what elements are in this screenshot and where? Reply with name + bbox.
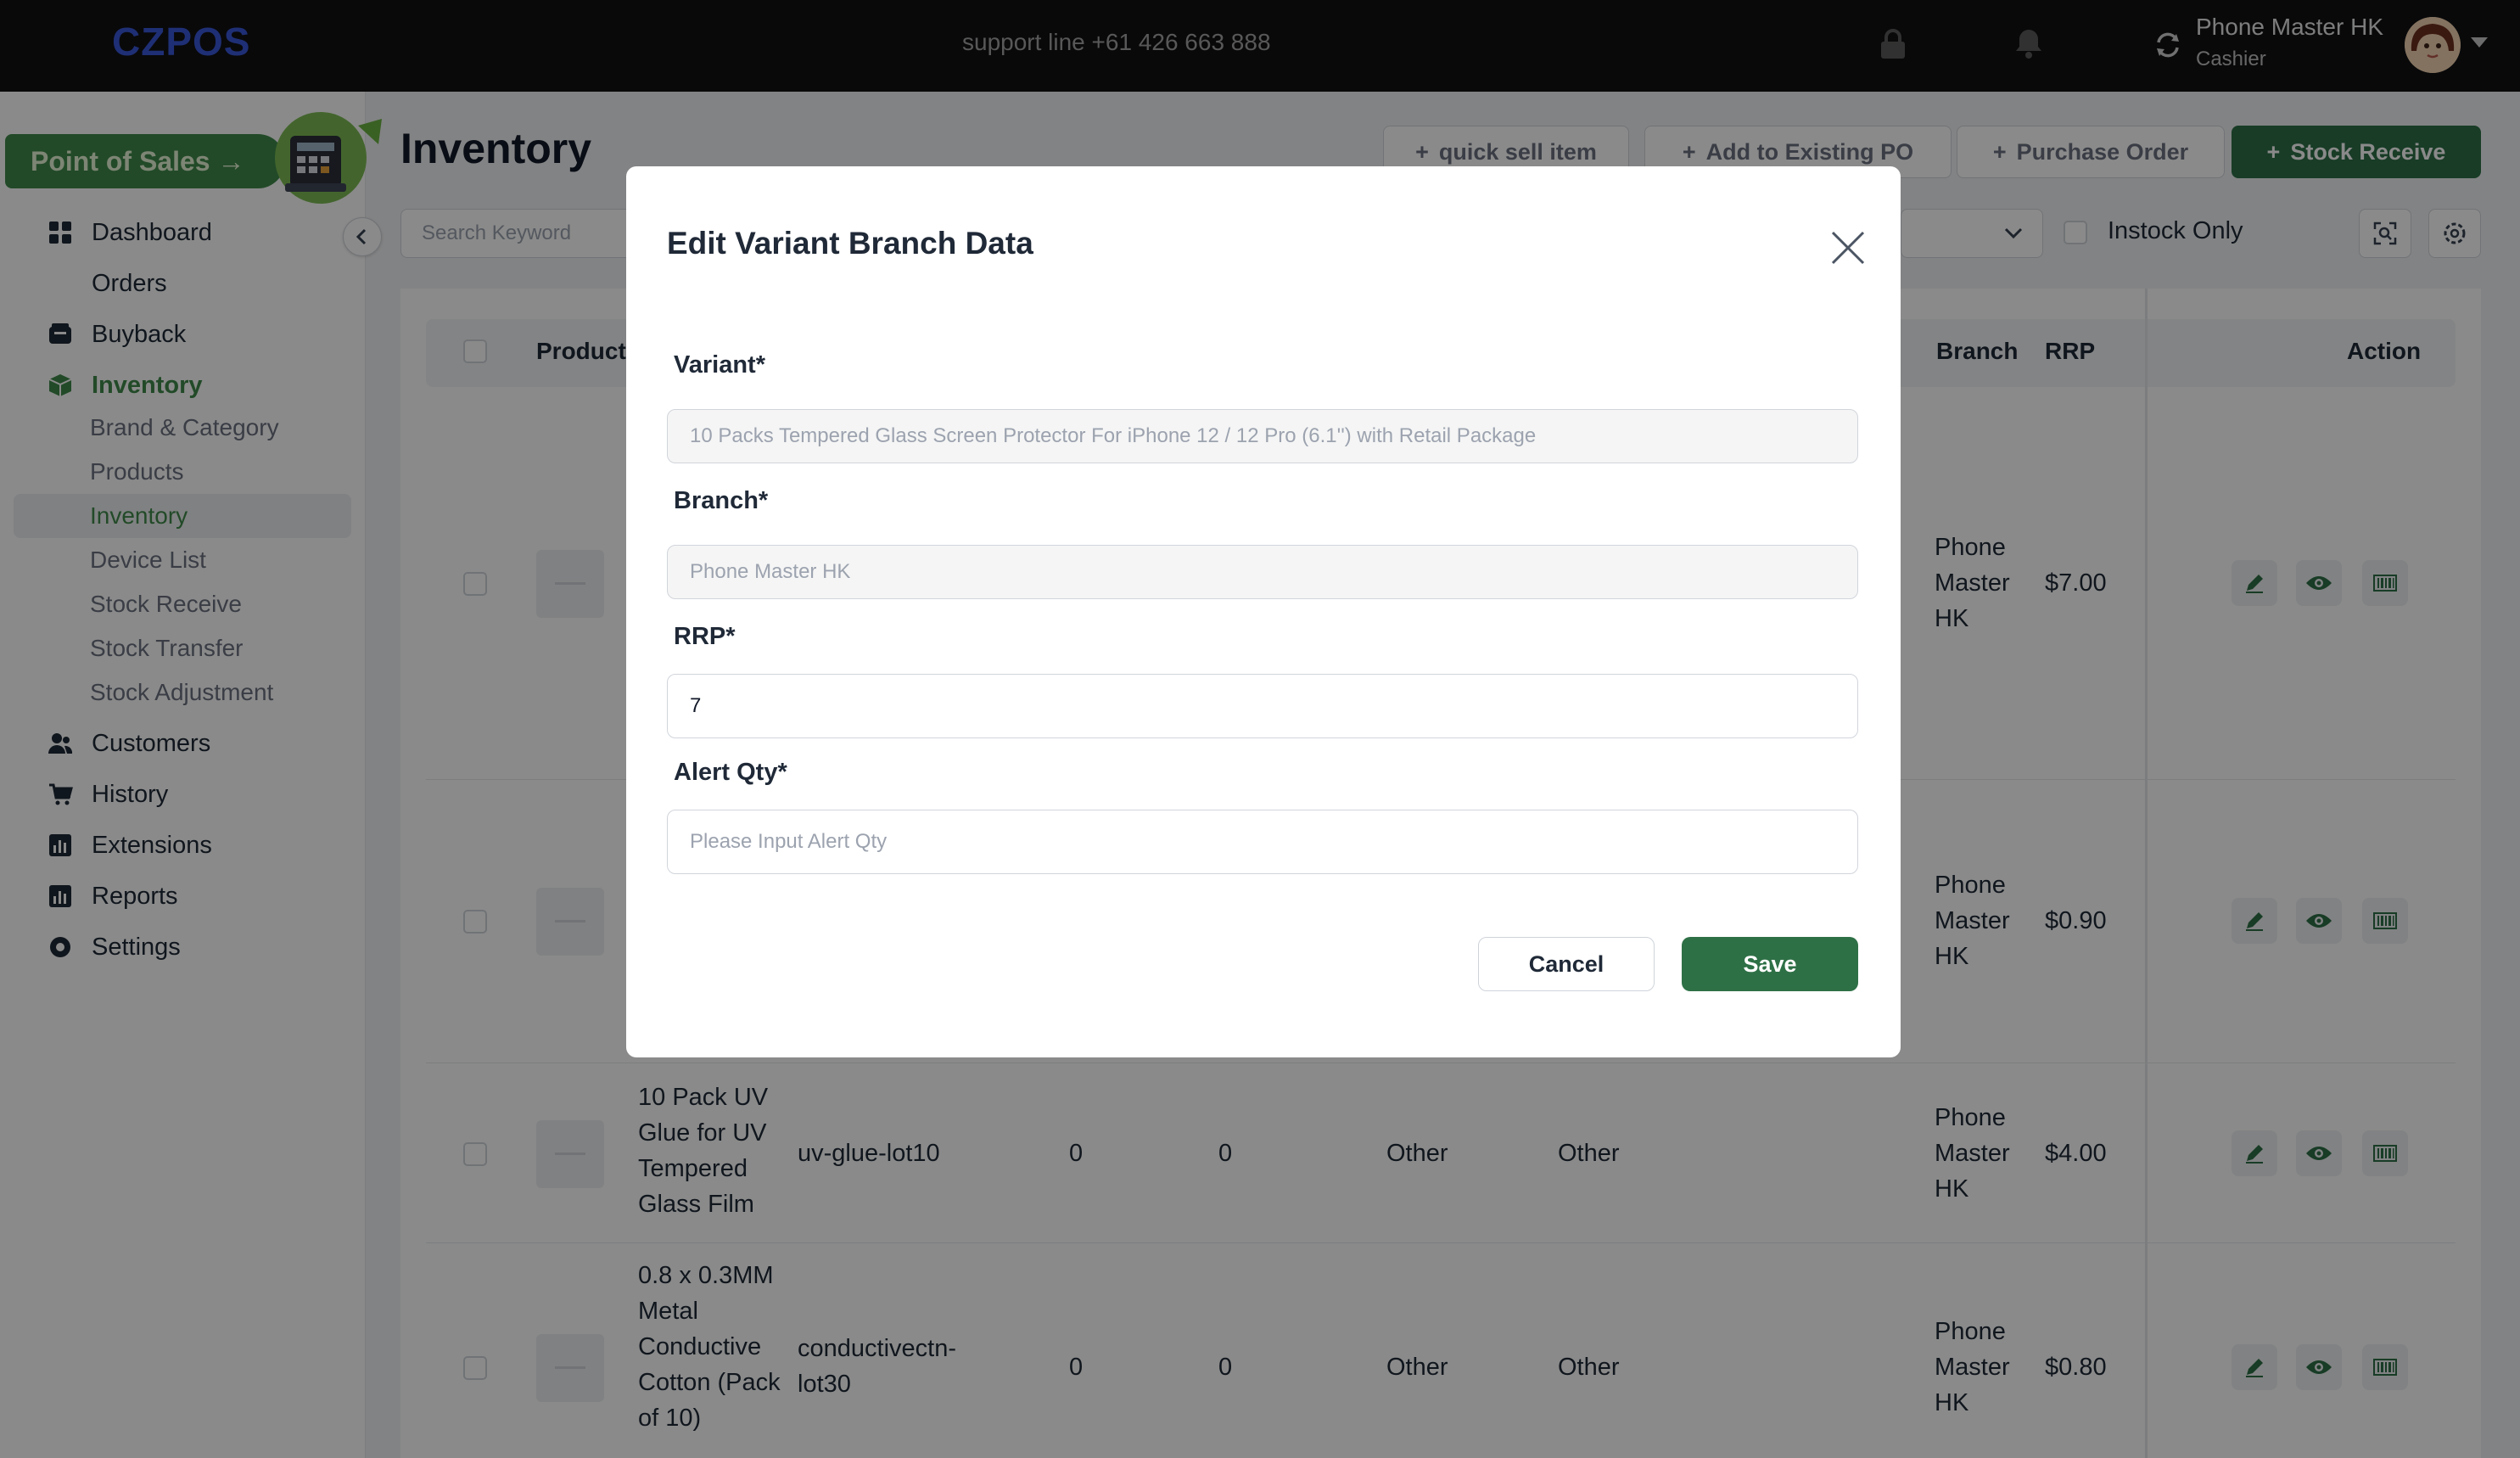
save-button[interactable]: Save bbox=[1682, 937, 1858, 991]
required-mark: * bbox=[725, 623, 736, 650]
alert-qty-label: Alert Qty* bbox=[674, 759, 787, 787]
label-text: Variant bbox=[674, 351, 756, 379]
edit-variant-branch-dialog: Edit Variant Branch Data Variant* 10 Pac… bbox=[626, 166, 1901, 1057]
variant-label: Variant* bbox=[674, 351, 765, 379]
variant-field: 10 Packs Tempered Glass Screen Protector… bbox=[667, 409, 1858, 463]
close-icon[interactable] bbox=[1829, 229, 1867, 266]
dialog-title: Edit Variant Branch Data bbox=[667, 226, 1033, 261]
rrp-label: RRP* bbox=[674, 623, 736, 651]
label-text: Branch bbox=[674, 487, 759, 514]
label-text: RRP bbox=[674, 623, 726, 650]
required-mark: * bbox=[755, 351, 766, 379]
alert-qty-input[interactable]: Please Input Alert Qty bbox=[667, 810, 1858, 874]
branch-label: Branch* bbox=[674, 487, 768, 515]
required-mark: * bbox=[777, 759, 787, 786]
required-mark: * bbox=[758, 487, 769, 514]
branch-field: Phone Master HK bbox=[667, 545, 1858, 599]
label-text: Alert Qty bbox=[674, 759, 778, 786]
cancel-button[interactable]: Cancel bbox=[1478, 937, 1655, 991]
rrp-input[interactable]: 7 bbox=[667, 674, 1858, 738]
